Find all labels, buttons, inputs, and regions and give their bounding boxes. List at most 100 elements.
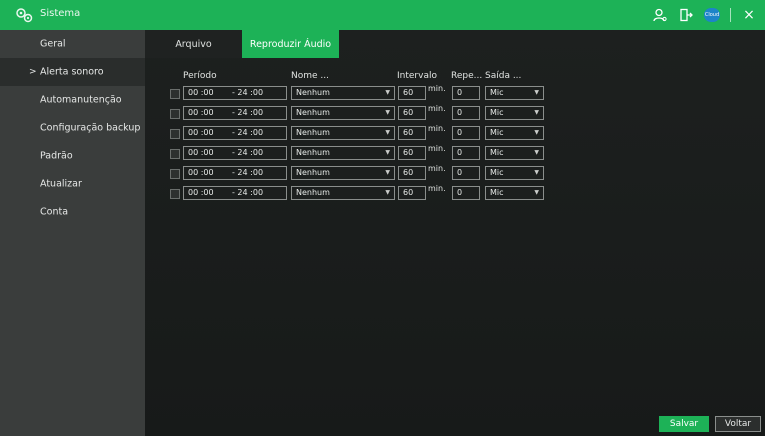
name-value: Nenhum [296, 168, 330, 177]
period-field[interactable]: 00 :00 - 24 :00 [183, 146, 287, 160]
repeat-input[interactable]: 0 [452, 146, 480, 160]
dropdown-arrow-icon: ▼ [534, 89, 539, 96]
output-value: Mic [490, 168, 504, 177]
logout-icon[interactable] [678, 7, 694, 23]
app-title: Sistema [40, 8, 81, 19]
close-icon[interactable]: × [741, 7, 757, 23]
settings-gears-icon [16, 8, 33, 23]
interval-value: 60 [403, 188, 414, 197]
period-start: 00 :00 [188, 188, 214, 197]
table-row: 00 :00 - 24 :00 Nenhum ▼ 60 min. 0 Mic ▼ [145, 124, 765, 140]
dropdown-arrow-icon: ▼ [534, 129, 539, 136]
output-select[interactable]: Mic ▼ [485, 86, 544, 100]
output-value: Mic [490, 108, 504, 117]
save-button[interactable]: Salvar [659, 416, 709, 432]
output-select[interactable]: Mic ▼ [485, 106, 544, 120]
interval-input[interactable]: 60 [398, 106, 426, 120]
column-header-period: Período [183, 71, 217, 81]
name-value: Nenhum [296, 88, 330, 97]
sidebar-item-configuracao-backup[interactable]: Configuração backup [0, 114, 145, 142]
name-value: Nenhum [296, 128, 330, 137]
sidebar-item-label: Conta [40, 206, 69, 218]
period-field[interactable]: 00 :00 - 24 :00 [183, 86, 287, 100]
interval-input[interactable]: 60 [398, 86, 426, 100]
sidebar: Geral > Alerta sonoro Automanutenção Conf… [0, 30, 145, 436]
dropdown-arrow-icon: ▼ [385, 189, 390, 196]
output-select[interactable]: Mic ▼ [485, 186, 544, 200]
cloud-icon[interactable]: Cloud [704, 7, 720, 23]
period-field[interactable]: 00 :00 - 24 :00 [183, 186, 287, 200]
interval-unit: min. [428, 84, 446, 93]
interval-value: 60 [403, 88, 414, 97]
sidebar-item-automanutencao[interactable]: Automanutenção [0, 86, 145, 114]
repeat-value: 0 [457, 148, 463, 157]
table-row: 00 :00 - 24 :00 Nenhum ▼ 60 min. 0 Mic ▼ [145, 84, 765, 100]
output-select[interactable]: Mic ▼ [485, 126, 544, 140]
name-select[interactable]: Nenhum ▼ [291, 86, 395, 100]
period-end: - 24 :00 [232, 108, 264, 117]
interval-value: 60 [403, 128, 414, 137]
interval-input[interactable]: 60 [398, 146, 426, 160]
period-start: 00 :00 [188, 108, 214, 117]
name-value: Nenhum [296, 188, 330, 197]
period-field[interactable]: 00 :00 - 24 :00 [183, 126, 287, 140]
dropdown-arrow-icon: ▼ [534, 109, 539, 116]
row-checkbox[interactable] [170, 149, 180, 159]
dropdown-arrow-icon: ▼ [534, 189, 539, 196]
name-select[interactable]: Nenhum ▼ [291, 186, 395, 200]
interval-unit: min. [428, 184, 446, 193]
row-checkbox[interactable] [170, 89, 180, 99]
column-header-output: Saída ... [485, 71, 522, 81]
repeat-input[interactable]: 0 [452, 186, 480, 200]
tab-arquivo[interactable]: Arquivo [145, 30, 242, 58]
sidebar-item-padrao[interactable]: Padrão [0, 142, 145, 170]
column-header-name: Nome ... [291, 71, 329, 81]
output-select[interactable]: Mic ▼ [485, 166, 544, 180]
interval-unit: min. [428, 104, 446, 113]
interval-value: 60 [403, 168, 414, 177]
dropdown-arrow-icon: ▼ [385, 89, 390, 96]
name-select[interactable]: Nenhum ▼ [291, 126, 395, 140]
user-icon[interactable] [652, 7, 668, 23]
sidebar-item-conta[interactable]: Conta [0, 198, 145, 226]
repeat-input[interactable]: 0 [452, 126, 480, 140]
sidebar-item-geral[interactable]: Geral [0, 30, 145, 58]
column-header-interval: Intervalo [397, 71, 437, 81]
row-checkbox[interactable] [170, 169, 180, 179]
interval-input[interactable]: 60 [398, 126, 426, 140]
tab-reproduzir-audio[interactable]: Reproduzir Áudio [242, 30, 339, 58]
interval-unit: min. [428, 124, 446, 133]
repeat-input[interactable]: 0 [452, 86, 480, 100]
table-row: 00 :00 - 24 :00 Nenhum ▼ 60 min. 0 Mic ▼ [145, 184, 765, 200]
period-field[interactable]: 00 :00 - 24 :00 [183, 166, 287, 180]
name-select[interactable]: Nenhum ▼ [291, 166, 395, 180]
sidebar-item-atualizar[interactable]: Atualizar [0, 170, 145, 198]
interval-input[interactable]: 60 [398, 166, 426, 180]
main-panel: Arquivo Reproduzir Áudio Período Nome ..… [145, 30, 765, 436]
row-checkbox[interactable] [170, 109, 180, 119]
back-button[interactable]: Voltar [715, 416, 761, 432]
name-select[interactable]: Nenhum ▼ [291, 106, 395, 120]
interval-input[interactable]: 60 [398, 186, 426, 200]
repeat-value: 0 [457, 188, 463, 197]
table-row: 00 :00 - 24 :00 Nenhum ▼ 60 min. 0 Mic ▼ [145, 144, 765, 160]
table-row: 00 :00 - 24 :00 Nenhum ▼ 60 min. 0 Mic ▼ [145, 104, 765, 120]
dropdown-arrow-icon: ▼ [534, 169, 539, 176]
title-bar-divider [730, 8, 731, 22]
name-select[interactable]: Nenhum ▼ [291, 146, 395, 160]
row-checkbox[interactable] [170, 189, 180, 199]
repeat-input[interactable]: 0 [452, 166, 480, 180]
repeat-value: 0 [457, 128, 463, 137]
repeat-value: 0 [457, 108, 463, 117]
dropdown-arrow-icon: ▼ [534, 149, 539, 156]
repeat-input[interactable]: 0 [452, 106, 480, 120]
row-checkbox[interactable] [170, 129, 180, 139]
period-start: 00 :00 [188, 128, 214, 137]
period-start: 00 :00 [188, 88, 214, 97]
period-field[interactable]: 00 :00 - 24 :00 [183, 106, 287, 120]
interval-unit: min. [428, 144, 446, 153]
period-end: - 24 :00 [232, 188, 264, 197]
sidebar-item-alerta-sonoro[interactable]: > Alerta sonoro [0, 58, 145, 86]
period-start: 00 :00 [188, 148, 214, 157]
output-select[interactable]: Mic ▼ [485, 146, 544, 160]
